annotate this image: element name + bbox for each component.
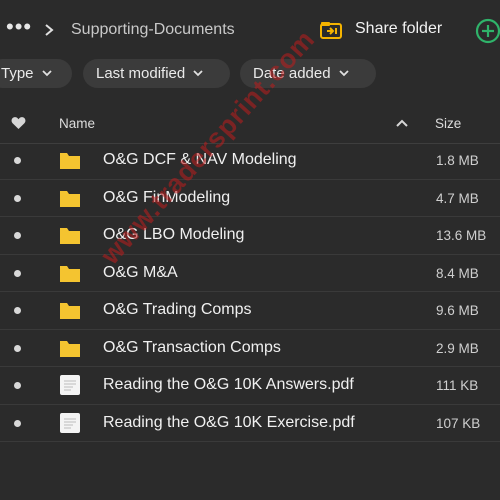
- file-name[interactable]: O&G DCF & NAV Modeling: [103, 151, 297, 169]
- chevron-down-icon: [193, 70, 203, 77]
- last-modified-filter[interactable]: Last modified: [83, 59, 230, 88]
- chevron-down-icon: [41, 70, 52, 77]
- folder-icon: [60, 153, 80, 169]
- folder-icon: [60, 265, 80, 282]
- file-row-pdf[interactable]: Reading the O&G 10K Answers.pdf 111 KB: [0, 367, 500, 405]
- chevron-right-icon: [45, 24, 54, 36]
- name-column-header[interactable]: Name: [59, 116, 95, 131]
- file-size: 9.6 MB: [436, 303, 479, 318]
- file-name[interactable]: Reading the O&G 10K Answers.pdf: [103, 376, 354, 394]
- pdf-file-icon: [60, 375, 80, 395]
- file-row-folder[interactable]: O&G LBO Modeling 13.6 MB: [0, 217, 500, 255]
- share-folder-icon[interactable]: [320, 21, 342, 39]
- date-added-filter[interactable]: Date added: [240, 59, 376, 88]
- file-name[interactable]: O&G Transaction Comps: [103, 339, 281, 357]
- heart-icon[interactable]: [11, 116, 26, 130]
- date-added-filter-label: Date added: [253, 65, 331, 82]
- file-size: 107 KB: [436, 415, 481, 431]
- row-bullet: [14, 269, 21, 277]
- file-row-folder[interactable]: O&G FinModeling 4.7 MB: [0, 180, 500, 217]
- file-name[interactable]: O&G M&A: [103, 264, 178, 282]
- file-row-pdf[interactable]: Reading the O&G 10K Exercise.pdf 107 KB: [0, 405, 500, 442]
- file-row-folder[interactable]: O&G Transaction Comps 2.9 MB: [0, 330, 500, 367]
- row-bullet: [14, 194, 21, 202]
- sort-ascending-icon[interactable]: [396, 118, 408, 128]
- top-bar: ••• Supporting-Documents Share folder: [0, 0, 500, 60]
- file-list: O&G DCF & NAV Modeling 1.8 MB O&G FinMod…: [0, 142, 500, 442]
- folder-icon: [60, 228, 80, 244]
- file-size: 111 KB: [436, 378, 479, 393]
- breadcrumb-current-folder[interactable]: Supporting-Documents: [71, 21, 235, 39]
- file-name[interactable]: O&G FinModeling: [103, 189, 230, 207]
- pdf-file-icon: [60, 412, 80, 433]
- file-size: 4.7 MB: [436, 190, 479, 206]
- row-bullet: [14, 344, 21, 352]
- row-bullet: [14, 382, 21, 389]
- row-bullet: [14, 232, 21, 239]
- file-size: 2.9 MB: [436, 340, 479, 356]
- type-filter[interactable]: Type: [0, 59, 72, 88]
- row-bullet: [14, 419, 21, 427]
- share-folder-button[interactable]: Share folder: [355, 20, 442, 38]
- type-filter-label: Type: [1, 65, 34, 82]
- file-row-folder[interactable]: O&G Trading Comps 9.6 MB: [0, 292, 500, 330]
- file-row-folder[interactable]: O&G M&A 8.4 MB: [0, 255, 500, 292]
- file-row-folder[interactable]: O&G DCF & NAV Modeling 1.8 MB: [0, 142, 500, 180]
- file-name[interactable]: Reading the O&G 10K Exercise.pdf: [103, 414, 355, 432]
- chevron-down-icon: [338, 70, 349, 77]
- table-header: Name Size: [0, 104, 500, 144]
- filter-bar: Type Last modified Date added: [0, 59, 500, 89]
- file-size: 8.4 MB: [436, 265, 479, 281]
- file-size: 13.6 MB: [436, 228, 487, 243]
- file-name[interactable]: O&G Trading Comps: [103, 301, 252, 319]
- row-bullet: [14, 157, 21, 164]
- more-options-icon[interactable]: •••: [6, 16, 32, 38]
- folder-icon: [60, 190, 80, 207]
- size-column-header[interactable]: Size: [435, 116, 461, 131]
- folder-icon: [60, 340, 80, 357]
- row-bullet: [14, 307, 21, 314]
- file-size: 1.8 MB: [436, 153, 479, 168]
- last-modified-filter-label: Last modified: [96, 65, 186, 82]
- folder-icon: [60, 303, 80, 319]
- add-icon[interactable]: [475, 18, 500, 44]
- file-name[interactable]: O&G LBO Modeling: [103, 226, 244, 244]
